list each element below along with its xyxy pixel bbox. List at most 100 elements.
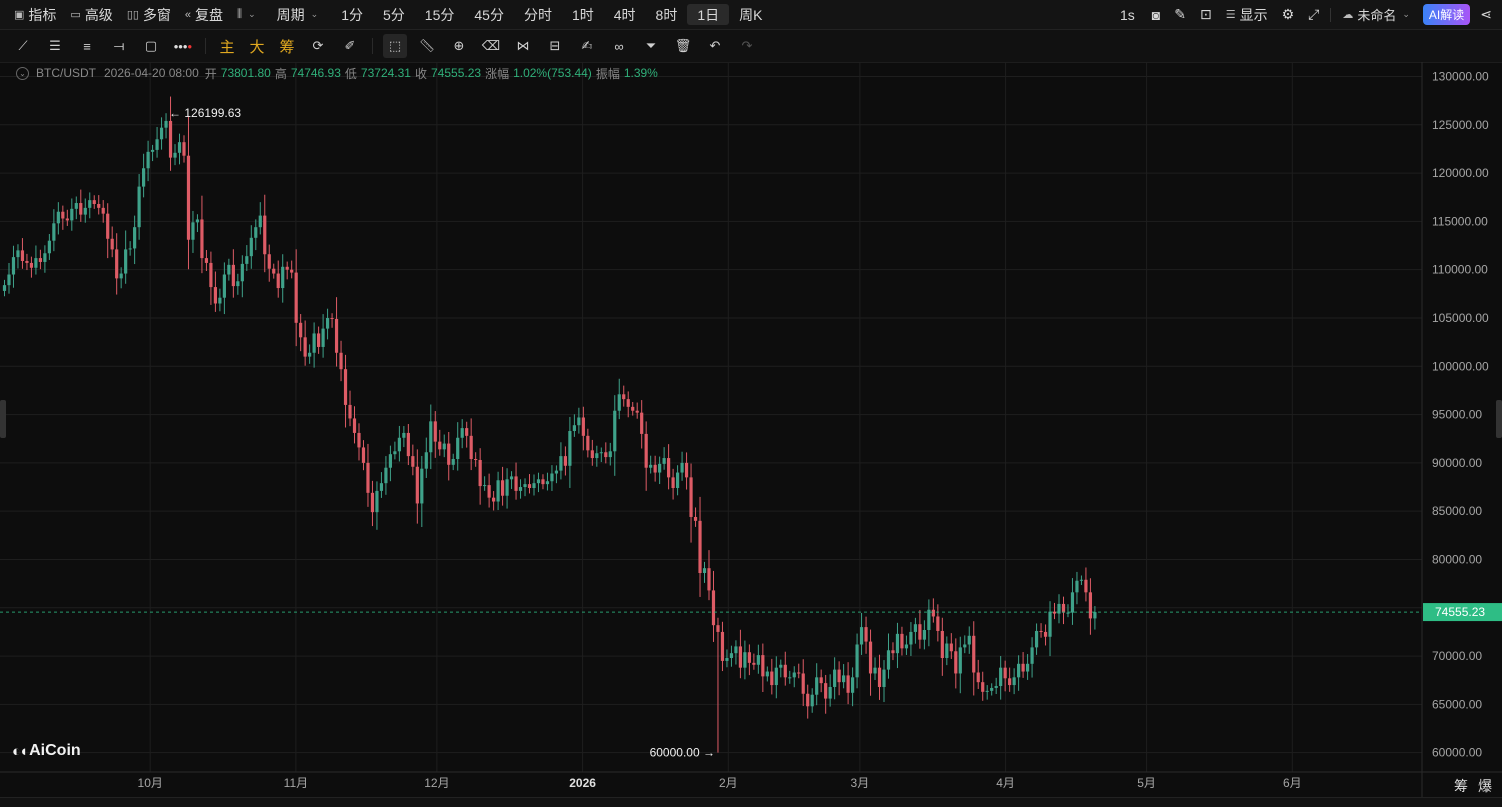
candle-body (110, 238, 114, 250)
big-order-toggle[interactable]: 大 (242, 30, 272, 62)
multi-window-menu[interactable]: ▯▯ 多窗 (120, 0, 178, 29)
collapse-icon[interactable]: ⌄ (16, 66, 29, 80)
trend-line-icon[interactable]: ⟋ (7, 30, 39, 62)
price-chart[interactable]: 130000.00 125000.00 120000.00 115000.00 1100… (0, 62, 1502, 797)
rectangle-icon[interactable]: ▢ (135, 30, 167, 62)
period-dropdown[interactable]: 周期 ⌄ (263, 0, 326, 29)
divider (1330, 7, 1332, 22)
candle-body (281, 266, 285, 289)
candle-body (981, 682, 985, 692)
candle-body (447, 443, 451, 465)
share-icon[interactable]: ⋖ (1476, 0, 1502, 29)
period-tab[interactable]: 15分 (415, 0, 465, 29)
period-tab[interactable]: 分时 (514, 0, 562, 29)
settings-icon[interactable]: ⚙ (1275, 0, 1302, 29)
candle-body (142, 168, 146, 187)
candle-body (765, 671, 769, 677)
period-tab[interactable]: 1日 (687, 4, 730, 25)
ai-interpret-button[interactable]: AI解读 (1422, 4, 1471, 25)
candle-body (613, 410, 617, 452)
horizontal-ray-icon[interactable]: ⟞ (103, 30, 135, 62)
candle-body (568, 431, 572, 466)
right-panel-handle[interactable] (1496, 400, 1502, 438)
refresh-interval[interactable]: 1s (1110, 0, 1145, 29)
replay-menu[interactable]: « 复盘 (178, 0, 230, 29)
filter-icon[interactable]: ⏷ (635, 30, 667, 62)
more-tools-icon[interactable]: ••• ● (167, 30, 199, 62)
magic-pen-icon[interactable]: ✐ (334, 30, 366, 62)
candle-body (626, 399, 630, 407)
candle-body (563, 456, 568, 466)
price-tick-label: 70000.00 (1432, 649, 1482, 663)
candle-body (532, 483, 536, 488)
edit-note-icon[interactable]: ✍ (571, 30, 603, 62)
candle-body (680, 462, 684, 473)
parallel-channel-icon[interactable]: ≡ (71, 30, 103, 62)
period-tab[interactable]: 45分 (464, 0, 514, 29)
candle-body (1084, 579, 1088, 593)
display-menu[interactable]: ☰ 显示 (1219, 0, 1275, 29)
candle-body (806, 693, 810, 707)
link-icon[interactable]: ∞ (603, 30, 635, 62)
candle-body (321, 328, 325, 347)
chip-distribution-toggle[interactable]: 筹 (1454, 776, 1468, 796)
chip-toggle[interactable]: 筹 (272, 30, 302, 62)
zoom-icon[interactable]: ⊕ (443, 30, 475, 62)
fullscreen-icon[interactable]: ⤢ (1301, 0, 1326, 29)
camera-icon[interactable]: ◙ (1145, 0, 1167, 29)
candle-body (640, 412, 644, 434)
high-label: 高 (274, 66, 287, 81)
candle-body (545, 481, 550, 485)
period-tab[interactable]: 1时 (562, 0, 604, 29)
candle-body (550, 473, 554, 482)
layout-dropdown[interactable]: ☁ 未命名 ⌄ (1335, 0, 1417, 29)
advanced-menu[interactable]: ▭ 高级 (63, 0, 119, 29)
candle-body (900, 633, 904, 649)
eraser-icon[interactable]: ⌫ (475, 30, 507, 62)
divider (205, 38, 206, 54)
trash-icon[interactable]: 🗑︎ (667, 30, 699, 62)
candle-body (1066, 612, 1070, 614)
redo-icon[interactable]: ↷ (731, 30, 763, 62)
candle-body (74, 203, 78, 209)
period-tab[interactable]: 周K (729, 0, 772, 29)
sync-icon[interactable]: ⟳ (302, 30, 334, 62)
candle-body (164, 120, 168, 128)
folder-icon: ▭ (70, 9, 81, 21)
time-tick-label: 5月 (1137, 776, 1156, 790)
candle-body (249, 237, 253, 257)
candle-body (698, 520, 702, 574)
candle-body (474, 459, 478, 461)
template-icon[interactable]: ⊡ (1193, 0, 1219, 29)
horizontal-lines-icon[interactable]: ☰ (39, 30, 71, 62)
period-tab[interactable]: 8时 (646, 0, 688, 29)
ruler-icon[interactable]: 📏︎ (411, 30, 443, 62)
period-tab[interactable]: 1分 (331, 0, 373, 29)
candle-body (415, 466, 419, 504)
period-tab[interactable]: 5分 (373, 0, 415, 29)
chevron-down-icon: ⌄ (248, 9, 256, 19)
lock-icon[interactable]: ⊟ (539, 30, 571, 62)
liquidation-toggle[interactable]: 爆 (1478, 776, 1492, 796)
candle-body (456, 437, 460, 460)
main-indicator-toggle[interactable]: 主 (212, 30, 242, 62)
candle-body (720, 631, 725, 661)
candle-body (101, 207, 105, 214)
logo-mark: ◐◖ (12, 742, 28, 760)
magnet-icon[interactable]: ⋈ (507, 30, 539, 62)
candle-body (478, 459, 482, 487)
left-panel-handle[interactable] (0, 400, 6, 438)
price-tick-label: 85000.00 (1432, 504, 1482, 518)
chart-type-dropdown[interactable]: ⫼ ⌄ (230, 0, 263, 29)
candle-body (716, 625, 720, 632)
indicators-menu[interactable]: ▣ 指标 (0, 0, 63, 29)
period-tab[interactable]: 4时 (604, 0, 646, 29)
candle-body (949, 643, 953, 652)
candle-body (182, 142, 186, 156)
undo-icon[interactable]: ↶ (699, 30, 731, 62)
pencil-icon[interactable]: ✎ (1167, 0, 1193, 29)
candle-body (294, 272, 298, 323)
candle-body (577, 417, 581, 426)
candle-body (1079, 579, 1084, 581)
cursor-icon[interactable]: ⬚ (383, 34, 407, 58)
